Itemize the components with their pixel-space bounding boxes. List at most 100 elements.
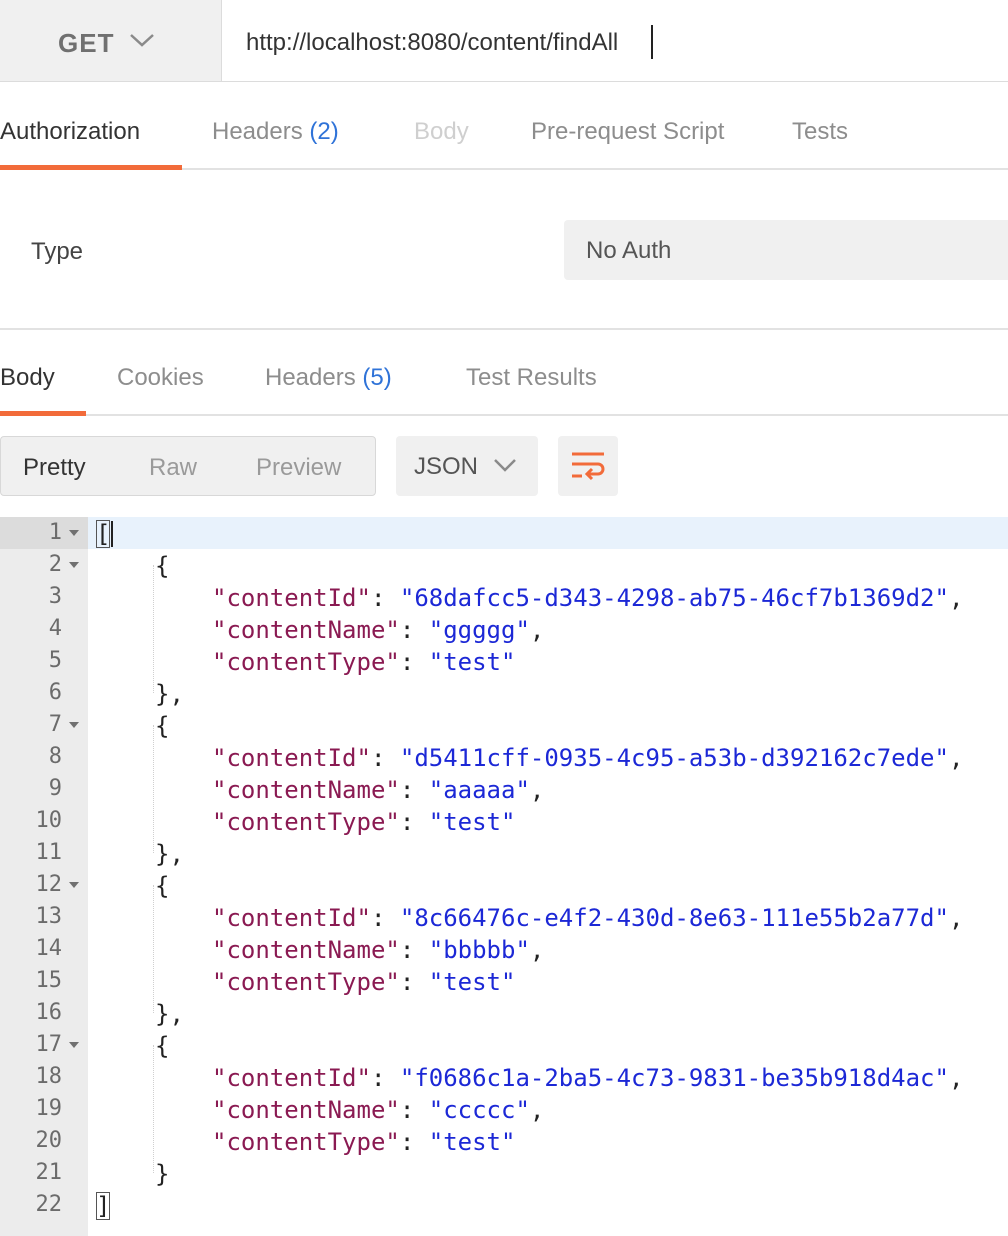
line-number: 7 bbox=[48, 712, 62, 737]
json-key: "contentType" bbox=[212, 968, 400, 996]
line-number: 4 bbox=[48, 616, 62, 641]
json-text: }, bbox=[155, 840, 184, 868]
json-value: bbbbb bbox=[443, 936, 516, 964]
auth-type-value: No Auth bbox=[586, 237, 672, 264]
code-line: 4 "contentName": "ggggg", bbox=[0, 613, 1008, 645]
json-text: "contentType": "test" bbox=[212, 648, 516, 676]
json-value: d5411cff-0935-4c95-a53b-d392162c7ede bbox=[414, 744, 935, 772]
json-text: "contentName": "bbbbb", bbox=[212, 936, 545, 964]
json-key: "contentName" bbox=[212, 616, 400, 644]
code-line: 13 "contentId": "8c66476c-e4f2-430d-8e63… bbox=[0, 901, 1008, 933]
json-text: ] bbox=[96, 1192, 111, 1220]
code-line: 21 } bbox=[0, 1157, 1008, 1189]
json-key: "contentType" bbox=[212, 648, 400, 676]
json-value: test bbox=[443, 968, 501, 996]
auth-section: Type No Auth bbox=[0, 170, 1008, 330]
format-select[interactable]: JSON bbox=[396, 436, 538, 496]
view-mode-group: Pretty Raw Preview bbox=[0, 436, 376, 496]
method-label: GET bbox=[58, 28, 115, 58]
tab-response-body[interactable]: Body bbox=[0, 364, 55, 392]
line-number: 9 bbox=[48, 776, 62, 801]
line-number: 2 bbox=[48, 552, 62, 577]
tab-response-headers-count: (5) bbox=[362, 364, 392, 391]
json-text: "contentName": "aaaaa", bbox=[212, 776, 545, 804]
line-number: 17 bbox=[35, 1032, 63, 1057]
json-key: "contentId" bbox=[212, 584, 371, 612]
json-text: "contentId": "68dafcc5-d343-4298-ab75-46… bbox=[212, 584, 964, 612]
json-text: }, bbox=[155, 680, 184, 708]
method-selector[interactable]: GET bbox=[0, 0, 222, 82]
view-preview-button[interactable]: Preview bbox=[256, 454, 341, 482]
json-value: ggggg bbox=[443, 616, 516, 644]
json-text: } bbox=[155, 1160, 170, 1188]
tab-test-results[interactable]: Test Results bbox=[466, 364, 597, 392]
format-label: JSON bbox=[414, 453, 479, 480]
json-text: { bbox=[155, 552, 170, 580]
json-value: aaaaa bbox=[443, 776, 516, 804]
auth-type-label: Type bbox=[31, 238, 84, 265]
code-line: 18 "contentId": "f0686c1a-2ba5-4c73-9831… bbox=[0, 1061, 1008, 1093]
tab-authorization[interactable]: Authorization bbox=[0, 118, 140, 146]
line-number: 21 bbox=[35, 1160, 63, 1185]
tab-prerequest-script[interactable]: Pre-request Script bbox=[531, 118, 724, 146]
fold-toggle-icon[interactable] bbox=[69, 722, 79, 728]
json-text: "contentType": "test" bbox=[212, 1128, 516, 1156]
json-value: f0686c1a-2ba5-4c73-9831-be35b918d4ac bbox=[414, 1064, 935, 1092]
wrap-lines-button[interactable] bbox=[558, 436, 618, 496]
code-line: 6 }, bbox=[0, 677, 1008, 709]
code-line: 2 { bbox=[0, 549, 1008, 581]
tab-tests[interactable]: Tests bbox=[792, 118, 848, 146]
json-key: "contentType" bbox=[212, 808, 400, 836]
line-number: 13 bbox=[35, 904, 63, 929]
code-line: 7 { bbox=[0, 709, 1008, 741]
view-pretty-button[interactable]: Pretty bbox=[23, 454, 86, 482]
tab-headers[interactable]: Headers (2) bbox=[212, 118, 339, 146]
json-key: "contentName" bbox=[212, 776, 400, 804]
line-number: 8 bbox=[48, 744, 62, 769]
json-key: "contentId" bbox=[212, 744, 371, 772]
code-line: 12 { bbox=[0, 869, 1008, 901]
code-line: 11 }, bbox=[0, 837, 1008, 869]
tab-response-headers[interactable]: Headers (5) bbox=[265, 364, 392, 392]
fold-toggle-icon[interactable] bbox=[69, 530, 79, 536]
code-line: 22 ] bbox=[0, 1189, 1008, 1221]
fold-toggle-icon[interactable] bbox=[69, 1042, 79, 1048]
json-key: "contentName" bbox=[212, 1096, 400, 1124]
line-number: 15 bbox=[35, 968, 63, 993]
fold-toggle-icon[interactable] bbox=[69, 882, 79, 888]
view-raw-button[interactable]: Raw bbox=[149, 454, 197, 482]
json-text: "contentName": "ggggg", bbox=[212, 616, 545, 644]
code-line: 9 "contentName": "aaaaa", bbox=[0, 773, 1008, 805]
chevron-down-icon bbox=[130, 34, 154, 47]
response-body-editor[interactable]: 1 [ 2 { 3 "contentId": "68dafcc5-d343-42… bbox=[0, 517, 1008, 1236]
line-number: 10 bbox=[35, 808, 63, 833]
line-number: 18 bbox=[35, 1064, 63, 1089]
line-number: 19 bbox=[35, 1096, 63, 1121]
json-key: "contentType" bbox=[212, 1128, 400, 1156]
json-text: [ bbox=[96, 520, 111, 548]
json-text: "contentId": "8c66476c-e4f2-430d-8e63-11… bbox=[212, 904, 964, 932]
json-text: { bbox=[155, 1032, 170, 1060]
tab-cookies[interactable]: Cookies bbox=[117, 364, 204, 392]
json-text: "contentType": "test" bbox=[212, 808, 516, 836]
tab-body[interactable]: Body bbox=[414, 118, 469, 146]
auth-type-select[interactable]: No Auth bbox=[564, 220, 1008, 280]
line-number: 16 bbox=[35, 1000, 63, 1025]
url-text: http://localhost:8080/content/findAll bbox=[246, 29, 619, 56]
line-number: 3 bbox=[48, 584, 62, 609]
json-value: 8c66476c-e4f2-430d-8e63-111e55b2a77d bbox=[414, 904, 935, 932]
code-line: 14 "contentName": "bbbbb", bbox=[0, 933, 1008, 965]
line-number: 20 bbox=[35, 1128, 63, 1153]
json-text: "contentType": "test" bbox=[212, 968, 516, 996]
chevron-down-icon bbox=[494, 459, 516, 472]
line-number: 22 bbox=[35, 1192, 63, 1217]
line-number: 12 bbox=[35, 872, 63, 897]
url-input[interactable]: http://localhost:8080/content/findAll bbox=[222, 0, 1008, 82]
json-value: test bbox=[443, 1128, 501, 1156]
code-line: 8 "contentId": "d5411cff-0935-4c95-a53b-… bbox=[0, 741, 1008, 773]
fold-toggle-icon[interactable] bbox=[69, 562, 79, 568]
json-text: "contentId": "f0686c1a-2ba5-4c73-9831-be… bbox=[212, 1064, 964, 1092]
json-value: ccccc bbox=[443, 1096, 516, 1124]
code-line: 5 "contentType": "test" bbox=[0, 645, 1008, 677]
response-tabs: Body Cookies Headers (5) Test Results bbox=[0, 330, 1008, 416]
